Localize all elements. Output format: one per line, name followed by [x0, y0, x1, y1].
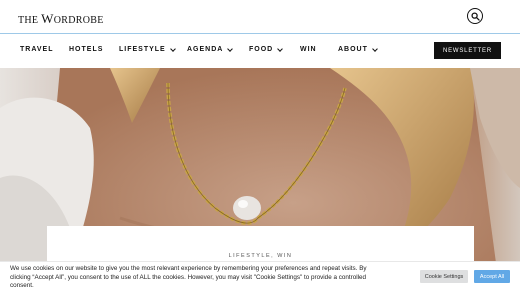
- nav-label: AGENDA: [187, 46, 224, 53]
- chevron-down-icon: [277, 45, 284, 52]
- nav-label: LIFESTYLE: [119, 46, 166, 53]
- chevron-down-icon: [169, 45, 176, 52]
- nav-item-hotels[interactable]: HOTELS: [69, 46, 103, 53]
- logo-rest: ORDROBE: [53, 15, 104, 26]
- site-logo[interactable]: THE WORDROBE: [18, 11, 104, 27]
- logo-the: THE: [18, 15, 42, 26]
- nav-item-lifestyle[interactable]: LIFESTYLE: [119, 45, 176, 53]
- nav-label: HOTELS: [69, 46, 104, 53]
- logo-w: W: [41, 11, 54, 26]
- nav-item-travel[interactable]: TRAVEL: [20, 46, 53, 53]
- nav-label: FOOD: [249, 46, 274, 53]
- nav-item-win[interactable]: WIN: [300, 46, 317, 53]
- chevron-down-icon: [372, 45, 378, 52]
- nav-item-food[interactable]: FOOD: [249, 45, 284, 53]
- cookie-notice-text: We use cookies on our website to give yo…: [10, 265, 367, 289]
- cookie-settings-button[interactable]: Cookie Settings: [420, 270, 468, 283]
- top-bar: THE WORDROBE: [0, 0, 520, 33]
- newsletter-button[interactable]: NEWSLETTER: [434, 42, 501, 59]
- chevron-down-icon: [227, 45, 234, 52]
- search-button[interactable]: [467, 8, 483, 24]
- cookie-banner: We use cookies on our website to give yo…: [0, 261, 520, 293]
- search-icon: [470, 11, 480, 21]
- nav-label: ABOUT: [338, 46, 368, 53]
- accept-all-button[interactable]: Accept All: [474, 270, 510, 283]
- nav-item-agenda[interactable]: AGENDA: [187, 45, 234, 53]
- nav-label: TRAVEL: [20, 46, 54, 53]
- article-categories[interactable]: LIFESTYLE, WIN: [47, 253, 474, 259]
- nav-item-about[interactable]: ABOUT: [338, 45, 378, 53]
- nav-label: WIN: [300, 46, 317, 53]
